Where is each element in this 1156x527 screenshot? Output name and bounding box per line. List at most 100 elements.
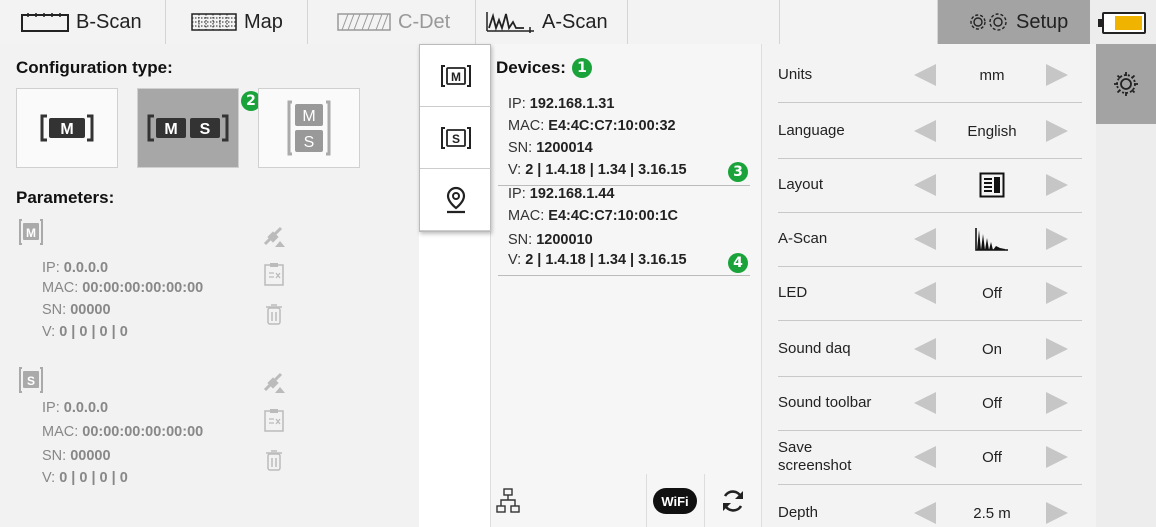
device-2-sn: SN: 1200010 <box>508 232 593 248</box>
setting-label: Layout <box>778 176 824 193</box>
popup-location-button[interactable] <box>420 169 492 231</box>
config-stacked-m-text: M <box>302 108 315 125</box>
setting-next-arrow-icon[interactable] <box>1046 446 1068 468</box>
clipboard-icon <box>264 409 284 432</box>
wifi-icon: WiFi <box>652 487 697 514</box>
wifi-button[interactable]: WiFi <box>646 474 702 527</box>
setting-value: mm <box>979 66 1005 84</box>
setting-prev-arrow-icon[interactable] <box>914 446 936 468</box>
battery-fill <box>1115 16 1142 30</box>
setting-next-arrow-icon[interactable] <box>1046 392 1068 414</box>
ascan-waveform-icon <box>946 212 1038 266</box>
network-icon <box>496 487 520 513</box>
config-m-text: M <box>60 121 73 138</box>
device-2-mac: MAC: E4:4C:C7:10:00:1C <box>508 208 679 224</box>
setting-prev-arrow-icon[interactable] <box>914 282 936 304</box>
setting-prev-arrow-icon[interactable] <box>914 338 936 360</box>
tab-setup[interactable]: Setup <box>938 0 1090 44</box>
top-tab-bar: B-Scan Map C-Det A-Scan Setup <box>0 0 1156 44</box>
device-separator <box>498 275 750 276</box>
setting-label: Depth <box>778 504 819 521</box>
device-1-sn: SN: 1200014 <box>508 140 593 156</box>
devices-title: Devices: <box>496 58 566 77</box>
param-m-sn: SN: 00000 <box>42 302 111 318</box>
setting-value: Off <box>982 394 1002 412</box>
setting-prev-arrow-icon[interactable] <box>914 174 936 196</box>
setting-next-arrow-icon[interactable] <box>1046 502 1068 524</box>
m-unit-icon: M <box>40 114 94 142</box>
config-option-ms-stacked[interactable]: M S <box>258 88 360 168</box>
setting-row: LED Off <box>762 266 1096 320</box>
popup-s-button[interactable]: S <box>420 107 492 169</box>
map-grid-icon <box>191 13 237 31</box>
param-s-tag: S <box>27 374 35 388</box>
refresh-button[interactable] <box>704 474 760 527</box>
setting-next-arrow-icon[interactable] <box>1046 174 1068 196</box>
plug-disconnect-icon <box>263 226 285 247</box>
setting-label: A-Scan <box>778 230 828 247</box>
param-m-paste-button[interactable] <box>256 258 292 290</box>
popup-m-button[interactable]: M <box>420 45 492 107</box>
location-pin-icon <box>446 186 466 213</box>
setting-prev-arrow-icon[interactable] <box>914 502 936 524</box>
config-option-m[interactable]: M <box>16 88 118 168</box>
device-1-ip: IP: 192.168.1.31 <box>508 96 615 112</box>
network-button[interactable] <box>490 474 526 527</box>
config-option-ms[interactable]: M S <box>137 88 239 168</box>
wifi-label: WiFi <box>661 494 688 509</box>
param-s-paste-button[interactable] <box>256 404 292 436</box>
device-2-badge: 4 <box>728 253 748 273</box>
param-s-delete-button[interactable] <box>256 444 292 476</box>
tab-cdet[interactable]: C-Det <box>308 0 476 44</box>
gears-icon <box>970 13 1007 31</box>
setting-row: Sound daq On <box>762 322 1096 376</box>
tab-setup-label: Setup <box>1016 10 1069 33</box>
param-s-sn: SN: 00000 <box>42 448 111 464</box>
setting-prev-arrow-icon[interactable] <box>914 64 936 86</box>
setting-row: Language English <box>762 104 1096 158</box>
tab-map-label: Map <box>244 10 283 33</box>
setting-separator <box>778 484 1082 485</box>
setting-prev-arrow-icon[interactable] <box>914 120 936 142</box>
setting-row: Sound toolbar Off <box>762 376 1096 430</box>
param-m-mac: MAC: 00:00:00:00:00:00 <box>42 280 204 296</box>
param-m-delete-button[interactable] <box>256 298 292 330</box>
battery-indicator <box>1098 12 1146 34</box>
popup-m-text: M <box>451 70 461 84</box>
m-unit-icon: M <box>441 64 471 87</box>
sidebar-settings-button[interactable] <box>1096 44 1156 124</box>
setting-next-arrow-icon[interactable] <box>1046 282 1068 304</box>
setting-label: Save screenshot <box>778 439 852 474</box>
param-s-disconnect-button[interactable] <box>256 366 292 398</box>
s-unit-icon: S <box>441 126 471 149</box>
setting-row: Depth 2.5 m <box>762 486 1096 527</box>
trash-icon <box>266 304 282 325</box>
param-s-unit-icon: S <box>19 367 43 393</box>
setting-prev-arrow-icon[interactable] <box>914 228 936 250</box>
setting-prev-arrow-icon[interactable] <box>914 392 936 414</box>
setting-value: Off <box>982 448 1002 466</box>
tab-bscan[interactable]: B-Scan <box>0 0 166 44</box>
cdet-icon <box>337 13 391 31</box>
param-m-disconnect-button[interactable] <box>256 220 292 252</box>
param-s-v: V: 0 | 0 | 0 | 0 <box>42 470 128 486</box>
parameters-title: Parameters: <box>16 188 115 207</box>
setting-value: Off <box>982 284 1002 302</box>
popup-s-text: S <box>452 132 460 146</box>
setting-separator <box>778 102 1082 103</box>
tab-ascan[interactable]: A-Scan <box>476 0 628 44</box>
setting-next-arrow-icon[interactable] <box>1046 64 1068 86</box>
device-1-badge: 3 <box>728 162 748 182</box>
setting-row: Units mm <box>762 48 1096 102</box>
tab-map[interactable]: Map <box>166 0 308 44</box>
param-s-ip: IP: 0.0.0.0 <box>42 400 109 416</box>
settings-gear-icon <box>1114 72 1138 96</box>
setting-next-arrow-icon[interactable] <box>1046 120 1068 142</box>
setting-next-arrow-icon[interactable] <box>1046 338 1068 360</box>
param-m-tag: M <box>26 226 36 240</box>
setting-separator <box>778 320 1082 321</box>
setting-next-arrow-icon[interactable] <box>1046 228 1068 250</box>
tab-empty-2 <box>780 0 938 44</box>
device-1-mac: MAC: E4:4C:C7:10:00:32 <box>508 118 676 134</box>
device-2-v: V: 2 | 1.4.18 | 1.34 | 3.16.15 <box>508 252 687 268</box>
